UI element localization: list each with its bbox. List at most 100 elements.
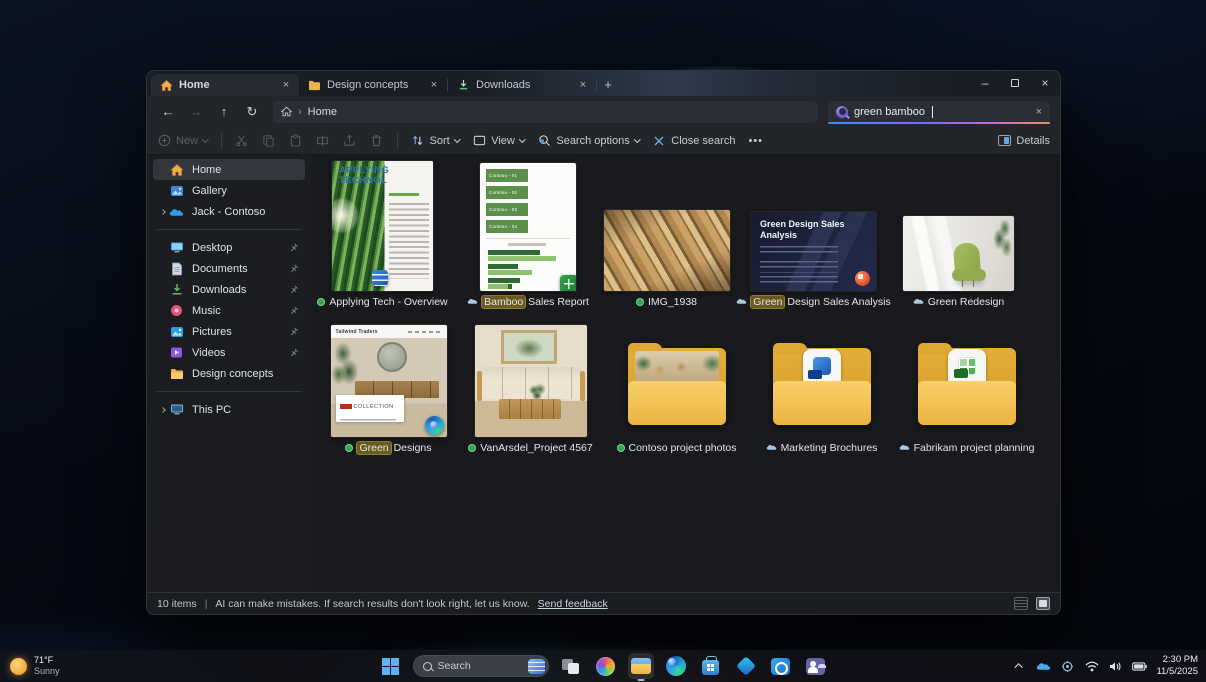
up-button[interactable]: ↑ (211, 100, 237, 124)
microsoft-365-button[interactable] (733, 653, 759, 679)
battery-icon[interactable] (1132, 659, 1147, 674)
chevron-up-icon (1014, 663, 1022, 671)
sidebar-label: This PC (192, 404, 231, 416)
share-icon[interactable] (343, 134, 357, 148)
file-tile-bamboo-sales-report[interactable]: Contoso - 01 Contoso - 02 Contoso - 03 C… (471, 161, 585, 308)
wifi-icon[interactable] (1084, 659, 1099, 674)
sidebar-item-music[interactable]: Music (153, 300, 305, 321)
sidebar-item-documents[interactable]: Documents (153, 258, 305, 279)
file-tile-vanarsdel-project[interactable]: VanArsdel_Project 4567 (463, 317, 598, 454)
send-feedback-link[interactable]: Send feedback (538, 598, 608, 610)
download-icon (456, 78, 470, 92)
chevron-right-icon[interactable] (160, 407, 166, 413)
file-tile-img-1938[interactable]: IMG_1938 (599, 161, 734, 308)
rename-icon[interactable] (316, 134, 330, 148)
sync-cloud-icon (467, 297, 478, 305)
file-name: Bamboo Sales Report (467, 296, 589, 308)
chevron-right-icon[interactable] (160, 209, 166, 215)
sidebar-item-onedrive[interactable]: Jack - Contoso (153, 201, 305, 222)
breadcrumb-item-home[interactable]: Home (308, 106, 337, 118)
volume-icon[interactable] (1108, 659, 1123, 674)
file-explorer-button[interactable] (628, 653, 654, 679)
teams-button[interactable] (803, 653, 829, 679)
search-options-button[interactable]: Search options (537, 134, 639, 148)
sidebar-item-pictures[interactable]: Pictures (153, 321, 305, 342)
file-explorer-window: Home × Design concepts × Downloads × + –… (146, 70, 1061, 615)
sidebar-item-desktop[interactable]: Desktop (153, 237, 305, 258)
see-more-button[interactable]: ••• (748, 135, 763, 147)
store-icon (702, 660, 719, 675)
paste-icon[interactable] (289, 134, 303, 148)
file-tile-green-design-sales-analysis[interactable]: Green Design Sales Analysis Green Design… (746, 161, 881, 308)
file-name: IMG_1938 (636, 296, 697, 308)
sidebar-item-videos[interactable]: Videos (153, 342, 305, 363)
edge-button[interactable] (663, 653, 689, 679)
onedrive-tray-icon[interactable] (1036, 659, 1051, 674)
minimize-button[interactable]: – (970, 71, 1000, 95)
taskbar-search[interactable]: Search (413, 655, 549, 677)
breadcrumb[interactable]: › Home (273, 101, 818, 123)
item-count: 10 items (157, 598, 197, 610)
sheet-row-label: Contoso - 03 (489, 203, 529, 216)
tab-close-icon[interactable]: × (427, 79, 441, 91)
sidebar-item-this-pc[interactable]: This PC (153, 399, 305, 420)
file-tile-green-designs[interactable]: Tailwind Traders COLLECTION Green Design… (321, 317, 456, 454)
file-tile-green-redesign[interactable]: Green Redesign (896, 161, 1021, 308)
toolbar-divider (221, 133, 222, 149)
tab-label: Downloads (476, 79, 570, 91)
details-view-toggle-icon[interactable] (1014, 597, 1028, 610)
maximize-button[interactable] (1000, 71, 1030, 95)
forward-button[interactable]: → (183, 100, 209, 124)
search-input[interactable]: green bamboo × (828, 101, 1050, 123)
view-button[interactable]: View (472, 134, 524, 148)
clock[interactable]: 2:30 PM 11/5/2025 (1156, 654, 1198, 679)
file-tile-contoso-project-photos[interactable]: Contoso project photos (609, 317, 744, 454)
task-view-button[interactable] (558, 653, 584, 679)
hidden-icons-button[interactable] (1012, 659, 1027, 674)
file-name: Green Designs (345, 442, 431, 454)
file-tile-marketing-brochures[interactable]: Marketing Brochures (754, 317, 889, 454)
close-button[interactable]: × (1030, 71, 1060, 95)
new-button[interactable]: New (157, 134, 208, 148)
sidebar-divider (157, 391, 301, 392)
close-search-button[interactable]: Close search (652, 134, 735, 148)
outlook-button[interactable] (768, 653, 794, 679)
start-button[interactable] (378, 653, 404, 679)
search-value: green bamboo (854, 106, 925, 118)
sidebar-item-downloads[interactable]: Downloads (153, 279, 305, 300)
thumbnail-excel-sheet: Contoso - 01 Contoso - 02 Contoso - 03 C… (480, 163, 576, 291)
powerpoint-logo-icon (855, 271, 870, 286)
file-name: Contoso project photos (617, 442, 737, 454)
pin-icon (289, 264, 299, 274)
cut-icon[interactable] (235, 134, 249, 148)
sidebar-item-gallery[interactable]: Gallery (153, 180, 305, 201)
home-icon (159, 78, 173, 92)
microsoft-store-button[interactable] (698, 653, 724, 679)
sidebar-item-design-concepts[interactable]: Design concepts (153, 363, 305, 384)
thumbnail-view-toggle-icon[interactable] (1036, 597, 1050, 610)
sheet-row-label: Contoso - 04 (489, 220, 529, 233)
new-tab-button[interactable]: + (597, 75, 619, 95)
weather-widget[interactable]: 71°F Sunny (10, 655, 60, 678)
delete-icon[interactable] (370, 134, 384, 148)
tab-downloads[interactable]: Downloads × (448, 74, 596, 96)
armchair-legs (962, 280, 974, 287)
tab-design-concepts[interactable]: Design concepts × (299, 74, 447, 96)
tab-close-icon[interactable]: × (279, 79, 293, 91)
tab-close-icon[interactable]: × (576, 79, 590, 91)
copilot-button[interactable] (593, 653, 619, 679)
sidebar-item-home[interactable]: Home (153, 159, 305, 180)
details-pane-button[interactable]: Details (998, 135, 1050, 147)
tab-home[interactable]: Home × (151, 74, 299, 96)
pin-icon (289, 243, 299, 253)
file-tile-applying-tech[interactable]: APPLYING TECHNOL Applying Tech - Overvie… (325, 161, 440, 308)
refresh-button[interactable]: ↻ (239, 100, 265, 124)
copy-icon[interactable] (262, 134, 276, 148)
folder-icon (169, 366, 184, 381)
search-options-icon (537, 134, 551, 148)
file-tile-fabrikam-project-planning[interactable]: Fabrikam project planning (899, 317, 1034, 454)
back-button[interactable]: ← (155, 100, 181, 124)
clear-search-icon[interactable]: × (1036, 106, 1042, 118)
sort-button[interactable]: Sort (411, 134, 460, 148)
settings-tray-icon[interactable] (1060, 659, 1075, 674)
